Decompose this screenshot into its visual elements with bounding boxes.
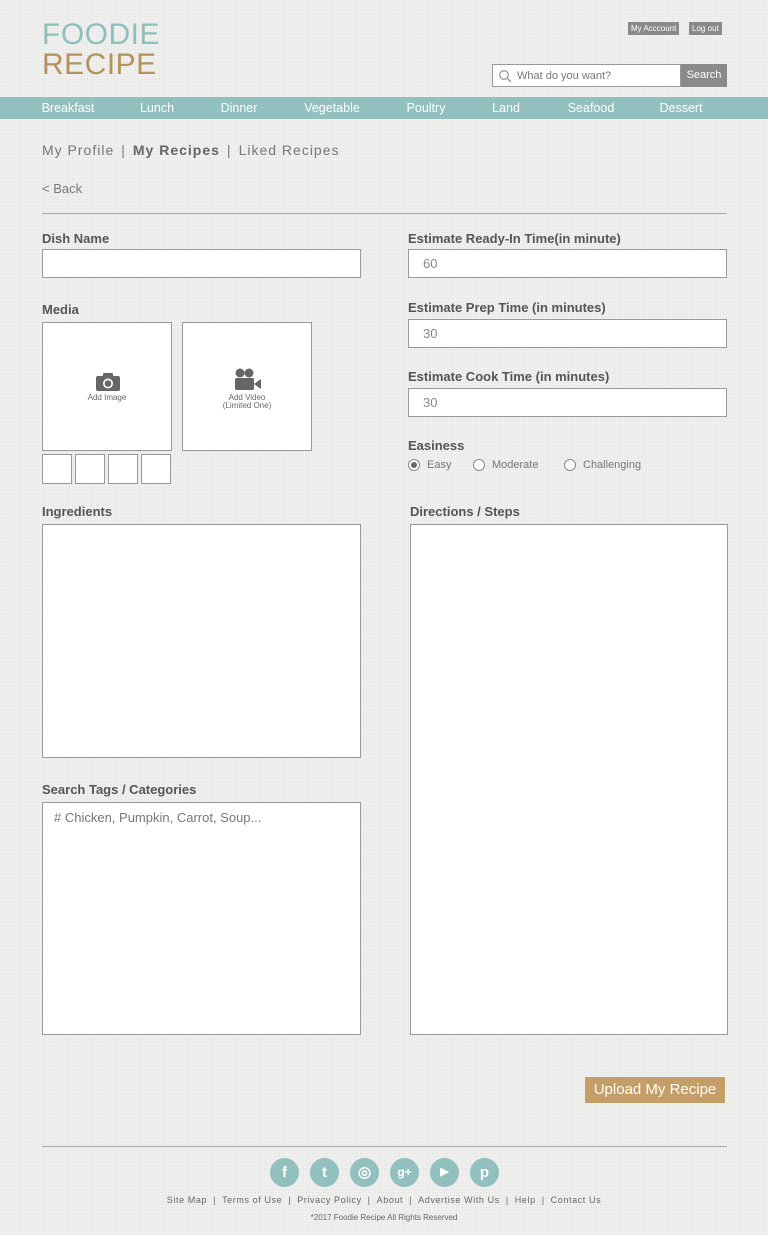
directions-label: Directions / Steps bbox=[410, 504, 520, 519]
copyright: *2017 Foodie Recipe All Rights Reserved bbox=[310, 1213, 458, 1222]
ingredients-textarea[interactable] bbox=[42, 524, 361, 758]
media-thumbnail-slot[interactable] bbox=[141, 454, 171, 484]
footer-link-advertise[interactable]: Advertise With Us bbox=[418, 1195, 500, 1205]
media-thumbnail-slot[interactable] bbox=[108, 454, 138, 484]
tags-label: Search Tags / Categories bbox=[42, 782, 197, 797]
divider bbox=[42, 213, 727, 214]
radio-checked-icon[interactable] bbox=[408, 459, 420, 471]
nav-item-dessert[interactable]: Dessert bbox=[659, 97, 702, 119]
upload-recipe-button[interactable]: Upload My Recipe bbox=[585, 1077, 725, 1103]
easiness-option-label: Moderate bbox=[492, 459, 539, 471]
add-video-box[interactable]: Add Video (Limited One) bbox=[182, 322, 312, 451]
prep-time-label: Estimate Prep Time (in minutes) bbox=[408, 300, 606, 315]
footer-link-privacy[interactable]: Privacy Policy bbox=[297, 1195, 361, 1205]
category-nav: Breakfast Lunch Dinner Vegetable Poultry… bbox=[0, 97, 768, 119]
nav-item-poultry[interactable]: Poultry bbox=[407, 97, 446, 119]
camera-icon bbox=[96, 373, 120, 391]
nav-item-land[interactable]: Land bbox=[492, 97, 520, 119]
ready-in-input[interactable] bbox=[408, 249, 727, 278]
nav-item-lunch[interactable]: Lunch bbox=[140, 97, 174, 119]
pinterest-icon[interactable]: p bbox=[470, 1158, 499, 1187]
cook-time-label: Estimate Cook Time (in minutes) bbox=[408, 369, 610, 384]
media-thumbnail-slot[interactable] bbox=[75, 454, 105, 484]
tab-my-profile[interactable]: My Profile bbox=[42, 142, 114, 158]
nav-item-vegetable[interactable]: Vegetable bbox=[304, 97, 360, 119]
add-image-box[interactable]: Add Image bbox=[42, 322, 172, 451]
dish-name-label: Dish Name bbox=[42, 231, 110, 246]
logo-foodie[interactable]: FOODIE bbox=[42, 20, 160, 50]
radio-unchecked-icon[interactable] bbox=[473, 459, 485, 471]
nav-item-dinner[interactable]: Dinner bbox=[221, 97, 258, 119]
footer-divider bbox=[42, 1146, 727, 1147]
video-camera-icon bbox=[235, 368, 261, 390]
cook-time-input[interactable] bbox=[408, 388, 727, 417]
tab-my-recipes[interactable]: My Recipes bbox=[133, 142, 220, 158]
google-plus-icon[interactable]: g+ bbox=[390, 1158, 419, 1187]
nav-item-seafood[interactable]: Seafood bbox=[568, 97, 615, 119]
media-thumbnail-slot[interactable] bbox=[42, 454, 72, 484]
dish-name-input[interactable] bbox=[42, 249, 361, 278]
footer-link-terms[interactable]: Terms of Use bbox=[222, 1195, 282, 1205]
instagram-icon[interactable]: ◎ bbox=[350, 1158, 379, 1187]
easiness-option-challenging[interactable]: Challenging bbox=[564, 458, 641, 472]
search-button[interactable]: Search bbox=[681, 64, 727, 87]
youtube-icon[interactable]: ▶ bbox=[430, 1158, 459, 1187]
profile-tabs: My Profile | My Recipes | Liked Recipes bbox=[42, 142, 340, 158]
footer-link-about[interactable]: About bbox=[377, 1195, 404, 1205]
tab-separator: | bbox=[121, 142, 126, 158]
search-input[interactable] bbox=[517, 68, 677, 83]
directions-textarea[interactable] bbox=[410, 524, 728, 1035]
add-video-limit-label: (Limited One) bbox=[222, 401, 272, 410]
footer-links: Site Map | Terms of Use | Privacy Policy | Abo… bbox=[166, 1195, 602, 1205]
media-label: Media bbox=[42, 302, 79, 317]
twitter-icon[interactable]: t bbox=[310, 1158, 339, 1187]
easiness-option-moderate[interactable]: Moderate bbox=[473, 458, 538, 472]
easiness-option-label: Challenging bbox=[583, 459, 642, 471]
tags-textarea[interactable] bbox=[42, 802, 361, 1035]
add-image-label: Add Image bbox=[87, 393, 127, 402]
footer-link-site-map[interactable]: Site Map bbox=[167, 1195, 207, 1205]
my-account-button[interactable]: My Acccount bbox=[628, 22, 680, 35]
easiness-option-label: Easy bbox=[427, 459, 452, 471]
prep-time-input[interactable] bbox=[408, 319, 727, 348]
easiness-label: Easiness bbox=[408, 438, 465, 453]
footer-link-contact[interactable]: Contact Us bbox=[551, 1195, 602, 1205]
tab-liked-recipes[interactable]: Liked Recipes bbox=[239, 142, 340, 158]
facebook-icon[interactable]: f bbox=[270, 1158, 299, 1187]
radio-unchecked-icon[interactable] bbox=[564, 459, 576, 471]
ingredients-label: Ingredients bbox=[42, 504, 113, 519]
easiness-option-easy[interactable]: Easy bbox=[408, 458, 451, 472]
back-link[interactable]: < Back bbox=[42, 181, 82, 196]
nav-item-breakfast[interactable]: Breakfast bbox=[42, 97, 95, 119]
search-icon bbox=[499, 70, 512, 83]
logo-recipe[interactable]: RECIPE bbox=[42, 50, 157, 80]
footer-link-help[interactable]: Help bbox=[515, 1195, 536, 1205]
tab-separator: | bbox=[226, 142, 232, 158]
ready-in-label: Estimate Ready-In Time(in minute) bbox=[408, 231, 621, 246]
log-out-button[interactable]: Log out bbox=[689, 22, 722, 35]
search-box bbox=[492, 64, 681, 87]
